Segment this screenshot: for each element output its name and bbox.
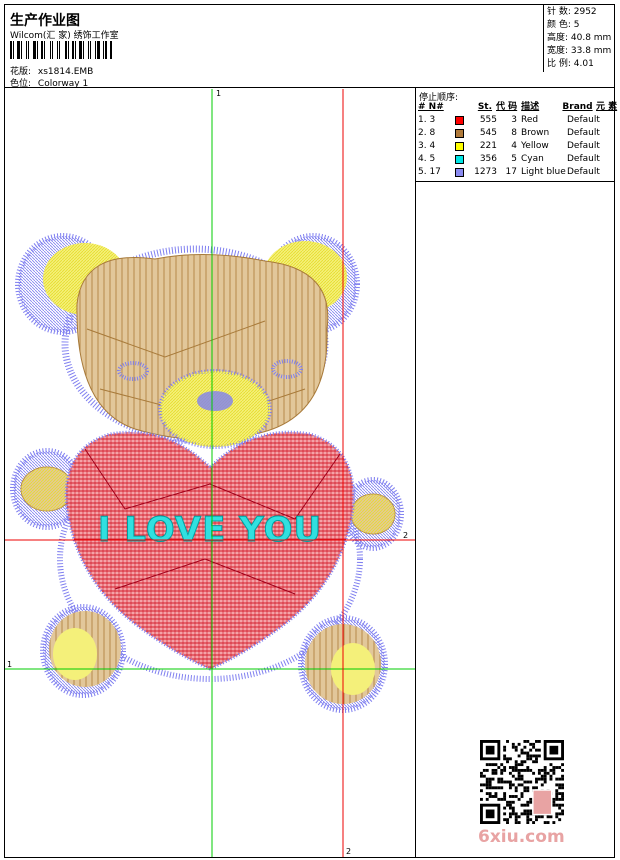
row-code: 4 [511, 141, 517, 151]
color-swatch [455, 153, 470, 166]
panel-divider [415, 88, 416, 858]
barcode [10, 41, 134, 59]
row-number: 1. 3 [418, 115, 436, 125]
table-row: 2. 8 545 8 Brown Default [417, 127, 614, 140]
stitch-count: 针 数: 2952 [547, 7, 597, 17]
col-element: 元 素 [596, 102, 618, 112]
row-code: 3 [511, 115, 517, 125]
color-swatch [455, 127, 470, 140]
green-axis-label-top: 1 [216, 89, 222, 98]
scale-ratio: 比 例: 4.01 [547, 59, 594, 69]
colorway-line: 色位: Colorway 1 [10, 76, 88, 89]
header: 生产作业图 Wilcom(汇 家) 绣饰工作室 花版: xs1814.EMB 色… [4, 4, 615, 89]
col-num: # N# [418, 102, 444, 112]
row-stitches: 221 [479, 141, 497, 151]
stats-box: 针 数: 2952 颜 色: 5 高度: 40.8 mm 宽度: 33.8 mm… [543, 4, 615, 72]
row-brand: Default [567, 167, 600, 177]
design-height: 高度: 40.8 mm [547, 33, 612, 43]
row-description: Cyan [521, 154, 544, 164]
color-swatch [455, 166, 470, 179]
page-title: 生产作业图 [10, 13, 80, 29]
row-brand: Default [567, 141, 600, 151]
table-header-row: # N# St. 代 码 描述 Brand 元 素 [417, 101, 618, 114]
row-description: Red [521, 115, 539, 125]
embroidery-text: I LOVE YOU [98, 510, 322, 550]
color-swatch [455, 140, 470, 153]
row-number: 2. 8 [418, 128, 436, 138]
red-axis-label-bottom: 2 [346, 847, 352, 856]
row-stitches: 1273 [474, 167, 497, 177]
col-description: 描述 [521, 102, 540, 112]
row-brand: Default [567, 115, 600, 125]
table-row: 3. 4 221 4 Yellow Default [417, 140, 614, 153]
row-number: 4. 5 [418, 154, 436, 164]
row-stitches: 555 [479, 115, 497, 125]
col-stitches: St. [477, 102, 493, 112]
red-axis-label-right: 2 [403, 531, 409, 540]
colorway-label: 色位: [10, 79, 32, 89]
color-swatch [455, 114, 470, 127]
row-number: 5. 17 [418, 167, 441, 177]
row-stitches: 356 [479, 154, 497, 164]
row-code: 5 [511, 154, 517, 164]
col-code: 代 码 [496, 102, 518, 112]
watermark: 6xiu.com [478, 827, 565, 847]
row-brand: Default [567, 154, 600, 164]
col-brand: Brand [562, 102, 593, 112]
row-number: 3. 4 [418, 141, 436, 151]
embroidery-preview: I LOVE YOU [5, 89, 415, 857]
company-name: Wilcom(汇 家) 绣饰工作室 [10, 31, 119, 41]
stop-sequence-table: # N# St. 代 码 描述 Brand 元 素 1. 3 555 3 Red Def… [417, 101, 618, 179]
row-description: Light blue [521, 167, 566, 177]
table-row: 4. 5 356 5 Cyan Default [417, 153, 614, 166]
row-stitches: 545 [479, 128, 497, 138]
row-code: 8 [511, 128, 517, 138]
design-canvas[interactable]: I LOVE YOU [5, 89, 415, 857]
panel-separator [416, 181, 615, 182]
qr-code [480, 740, 564, 824]
table-row: 5. 17 1273 17 Light blue Default [417, 166, 614, 179]
table-row: 1. 3 555 3 Red Default [417, 114, 614, 127]
row-description: Brown [521, 128, 550, 138]
color-count: 颜 色: 5 [547, 20, 580, 30]
row-brand: Default [567, 128, 600, 138]
row-description: Yellow [521, 141, 549, 151]
design-width: 宽度: 33.8 mm [547, 46, 612, 56]
green-axis-label-left: 1 [7, 660, 13, 669]
bear-head [76, 253, 329, 449]
colorway-name: Colorway 1 [37, 79, 89, 89]
row-code: 17 [505, 167, 517, 177]
